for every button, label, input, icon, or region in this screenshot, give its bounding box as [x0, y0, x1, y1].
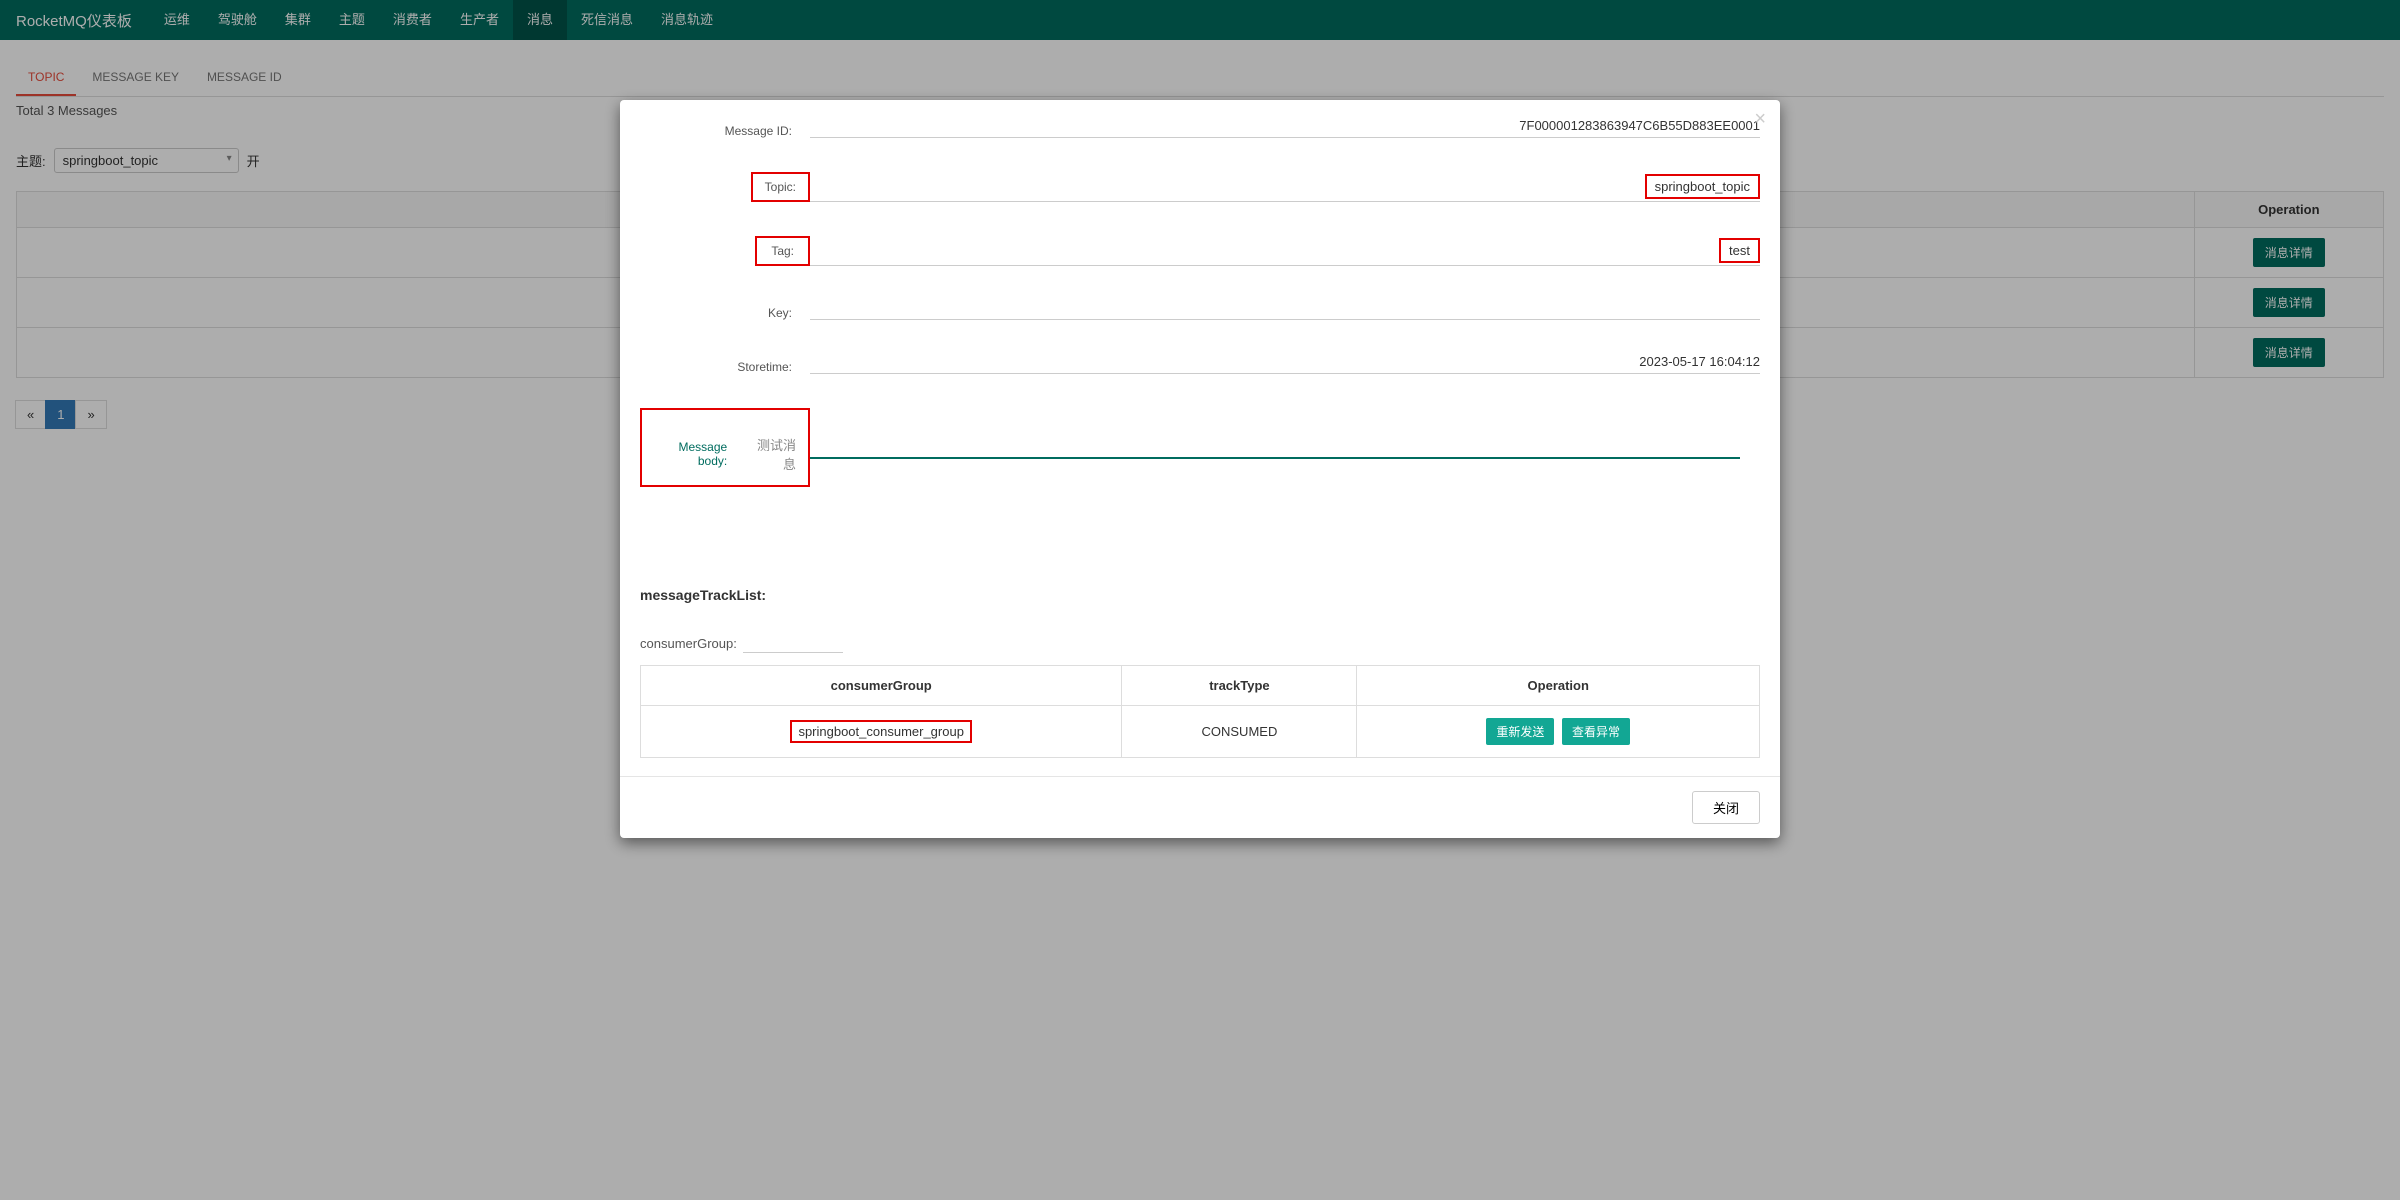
modal-overlay: × Message ID: 7F000001283863947C6B55D883…	[0, 0, 2400, 1200]
close-button[interactable]: 关闭	[1692, 791, 1760, 824]
message-id-label: Message ID:	[640, 124, 810, 138]
th-consumergroup: consumerGroup	[641, 666, 1122, 706]
key-label: Key:	[640, 306, 810, 320]
storetime-label: Storetime:	[640, 360, 810, 374]
body-label: Message body:	[654, 440, 727, 468]
track-title: messageTrackList:	[640, 587, 1760, 603]
message-detail-modal: × Message ID: 7F000001283863947C6B55D883…	[620, 100, 1780, 838]
topic-label: Topic:	[751, 172, 810, 202]
resend-button[interactable]: 重新发送	[1486, 718, 1554, 745]
track-row: springboot_consumer_group CONSUMED 重新发送 …	[641, 706, 1760, 758]
consumergroup-filter-input[interactable]	[743, 633, 843, 653]
track-consumergroup: springboot_consumer_group	[790, 720, 972, 743]
track-type: CONSUMED	[1122, 706, 1357, 758]
track-table: consumerGroup trackType Operation spring…	[640, 665, 1760, 758]
view-exception-button[interactable]: 查看异常	[1562, 718, 1630, 745]
body-input[interactable]	[810, 434, 1740, 459]
consumergroup-filter-label: consumerGroup:	[640, 636, 737, 651]
body-value-inline: 测试消息	[749, 435, 796, 473]
tag-label: Tag:	[755, 236, 810, 266]
th-operation: Operation	[1357, 666, 1760, 706]
th-tracktype: trackType	[1122, 666, 1357, 706]
message-id-value: 7F000001283863947C6B55D883EE0001	[1519, 118, 1760, 133]
close-icon[interactable]: ×	[1754, 108, 1766, 131]
storetime-value: 2023-05-17 16:04:12	[1639, 354, 1760, 369]
topic-value: springboot_topic	[1645, 174, 1760, 199]
tag-value: test	[1719, 238, 1760, 263]
